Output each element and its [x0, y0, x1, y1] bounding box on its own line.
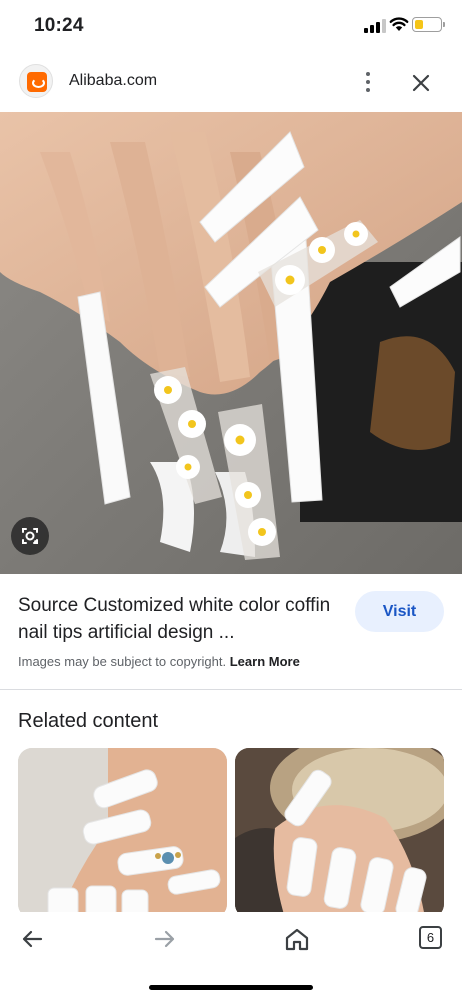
status-bar: 10:24 [0, 0, 462, 56]
close-icon[interactable] [408, 70, 434, 96]
copyright-text: Images may be subject to copyright. [18, 654, 227, 669]
related-image-1 [18, 748, 227, 918]
nail-photo [0, 112, 462, 574]
wifi-icon [389, 17, 409, 31]
forward-arrow-icon[interactable] [150, 924, 180, 954]
battery-level [414, 19, 423, 29]
battery-icon [412, 17, 445, 32]
alibaba-logo-icon [19, 64, 53, 98]
home-icon[interactable] [282, 924, 312, 954]
home-indicator [149, 985, 313, 990]
related-image-card[interactable] [235, 748, 444, 918]
more-vertical-icon[interactable] [358, 70, 378, 94]
divider [0, 689, 462, 690]
copyright-notice: Images may be subject to copyright. Lear… [18, 654, 300, 669]
result-title[interactable]: Source Customized white color coffin nai… [18, 592, 338, 646]
related-image-card[interactable] [18, 748, 227, 918]
tabs-icon[interactable]: 6 [419, 926, 442, 949]
back-arrow-icon[interactable] [17, 924, 47, 954]
result-header: Alibaba.com [0, 56, 462, 112]
signal-icon [364, 19, 386, 33]
visit-button[interactable]: Visit [355, 591, 444, 632]
status-time: 10:24 [34, 15, 84, 36]
learn-more-link[interactable]: Learn More [230, 654, 300, 669]
result-image[interactable] [0, 112, 462, 574]
site-name[interactable]: Alibaba.com [69, 72, 157, 90]
related-image-2 [235, 748, 444, 918]
google-lens-button[interactable] [11, 517, 49, 555]
lens-icon [22, 528, 38, 544]
related-heading: Related content [18, 710, 159, 732]
